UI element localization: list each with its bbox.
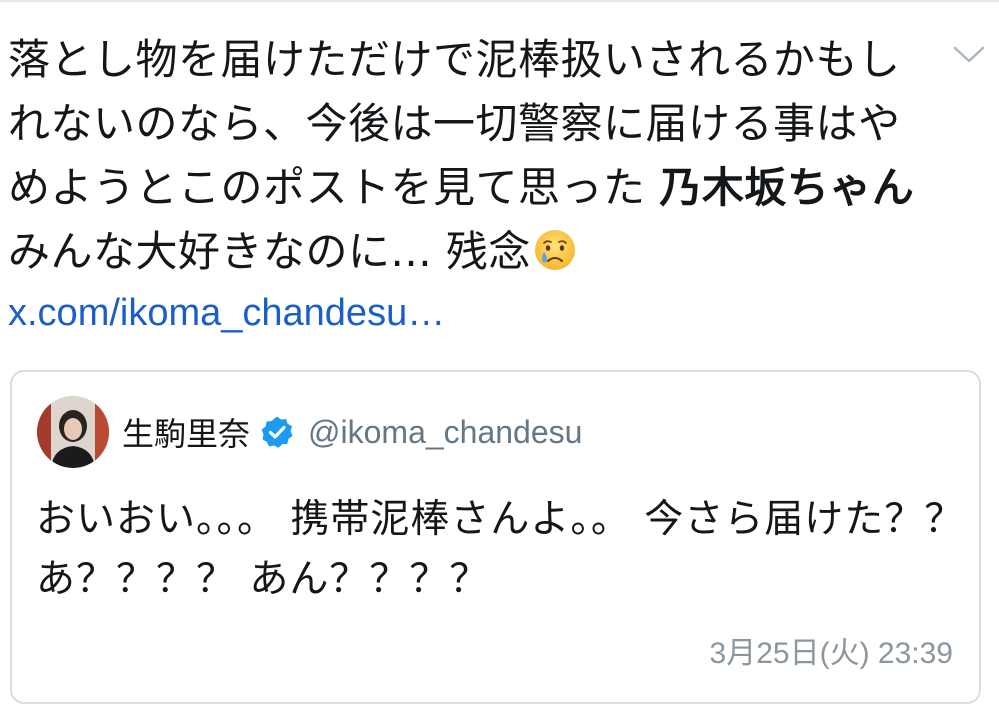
top-divider xyxy=(0,0,999,2)
tweet-menu-button[interactable] xyxy=(949,40,989,70)
crying-face-emoji-icon xyxy=(534,230,575,270)
quoted-tweet-text: おいおい。。。 携帯泥棒さんよ。。 今さら届けた？？ あ？？？？ あん？？？？ xyxy=(36,497,965,602)
avatar-image xyxy=(37,396,109,468)
author-handle[interactable]: @ikoma_chandesu xyxy=(308,414,582,451)
author-display-name[interactable]: 生駒里奈 xyxy=(122,409,250,455)
chevron-down-icon xyxy=(953,46,985,63)
quoted-tweet-card[interactable]: 生駒里奈 @ikoma_chandesu おいおい。。。 携帯泥棒さんよ。。 今… xyxy=(10,370,981,704)
tweet-body: 落とし物を届けただけで泥棒扱いされるかもしれないのなら、今後は一切警察に届ける事… xyxy=(8,28,928,284)
verified-badge-icon xyxy=(261,416,293,448)
tweet-text-part2: みんな大好きなのに... 残念 xyxy=(8,227,531,276)
quoted-tweet-timestamp: 3月25日(火) 23:39 xyxy=(709,637,953,670)
avatar[interactable] xyxy=(37,396,109,468)
quoted-tweet-link[interactable]: x.com/ikoma_chandesu… xyxy=(8,288,445,338)
tweet-text-bold: 乃木坂ちゃん xyxy=(659,163,915,212)
quoted-tweet-header: 生駒里奈 @ikoma_chandesu xyxy=(122,408,582,456)
